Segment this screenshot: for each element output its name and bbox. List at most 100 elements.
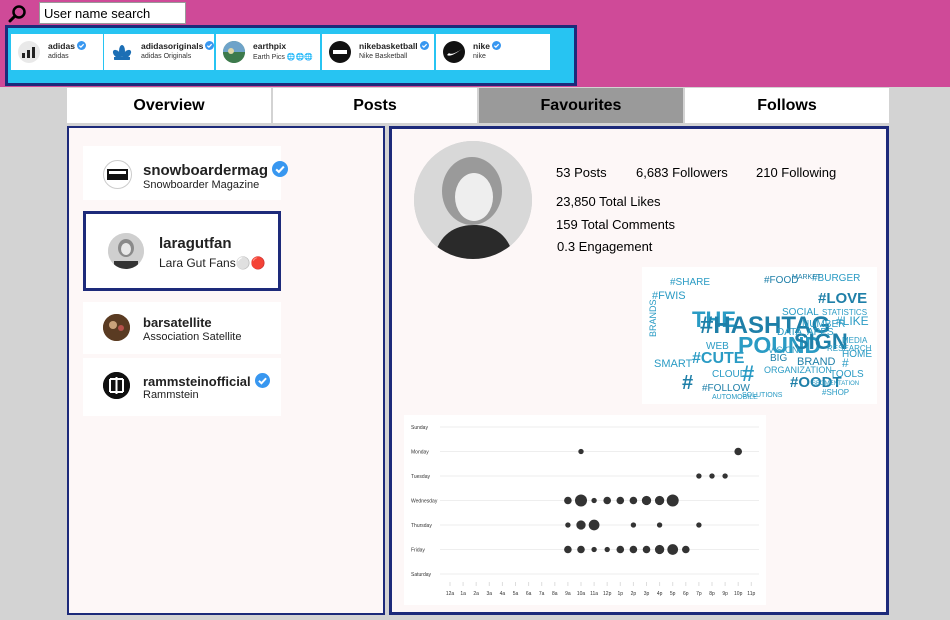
username: laragutfan bbox=[159, 235, 232, 252]
username: rammsteinofficial bbox=[143, 373, 270, 389]
tab-follows[interactable]: Follows bbox=[685, 88, 889, 123]
x-tick-label: 12p bbox=[603, 591, 612, 597]
punchcard-dot bbox=[656, 522, 663, 528]
avatar bbox=[223, 41, 245, 63]
full-name: Rammstein bbox=[143, 389, 199, 401]
list-item-snowboardermag[interactable]: snowboardermag Snowboarder Magazine bbox=[83, 146, 289, 200]
x-tick-label: 4a bbox=[500, 591, 506, 597]
punchcard-dot bbox=[616, 496, 625, 505]
x-tick-label: 9p bbox=[722, 591, 728, 597]
account-card-adidasoriginals[interactable]: adidasoriginals adidas Originals bbox=[104, 34, 215, 70]
punchcard-dot bbox=[666, 494, 679, 507]
tab-favourites[interactable]: Favourites bbox=[479, 88, 683, 123]
punchcard-dot bbox=[696, 473, 702, 479]
search-icon[interactable] bbox=[8, 4, 28, 24]
wordcloud-word: NUMBER bbox=[802, 319, 845, 330]
wordcloud-word: RESEARCH bbox=[827, 344, 872, 353]
total-likes: 23,850 Total Likes bbox=[556, 194, 661, 209]
wordcloud-word: DATA bbox=[777, 327, 803, 338]
x-tick-label: 5a bbox=[513, 591, 519, 597]
y-tick-label: Sunday bbox=[411, 425, 428, 431]
posts-count: 53 Posts bbox=[556, 165, 607, 180]
punchcard-dot bbox=[709, 473, 715, 479]
wordcloud-word: BRANDS bbox=[648, 299, 658, 337]
y-tick-label: Saturday bbox=[411, 572, 432, 578]
punchcard-dot bbox=[616, 545, 625, 554]
account-strip: adidas adidas adidasoriginals adidas Ori… bbox=[5, 25, 577, 86]
x-tick-label: 8a bbox=[552, 591, 558, 597]
wordcloud-word: WEB bbox=[706, 341, 729, 352]
punchcard-dot bbox=[575, 494, 587, 507]
x-tick-label: 11p bbox=[747, 591, 755, 597]
x-tick-label: 10a bbox=[577, 591, 586, 597]
x-tick-label: 3a bbox=[487, 591, 493, 597]
avatar bbox=[111, 41, 133, 63]
bar-photo-icon bbox=[103, 314, 130, 341]
account-subtitle: adidas Originals bbox=[141, 53, 192, 60]
account-card-nikebasketball[interactable]: nikebasketball Nike Basketball bbox=[322, 34, 434, 70]
username: snowboardermag bbox=[143, 161, 289, 179]
account-subtitle: adidas bbox=[48, 53, 69, 60]
posting-punchcard-chart: Sunday Monday Tuesday Wednesday Thursday Frid… bbox=[404, 415, 766, 605]
wordcloud-word: MARKET bbox=[792, 274, 822, 281]
account-card-earthpix[interactable]: earthpix Earth Pics 🌐🌐🌐 bbox=[216, 34, 320, 70]
avatar bbox=[108, 233, 144, 269]
punchcard-dot bbox=[682, 545, 690, 554]
wordcloud-word: SOCIAL bbox=[782, 307, 819, 318]
x-tick-label: 12a bbox=[446, 591, 455, 597]
punchcard-dot bbox=[565, 522, 571, 528]
account-name: adidasoriginals bbox=[141, 41, 215, 51]
punchcard-dot bbox=[667, 544, 679, 555]
y-tick-label: Monday bbox=[411, 450, 429, 456]
earth-photo-icon bbox=[223, 41, 245, 63]
list-item-rammsteinofficial[interactable]: rammsteinofficial Rammstein bbox=[83, 358, 281, 416]
x-tick-label: 3p bbox=[644, 591, 650, 597]
punchcard-dot bbox=[577, 545, 585, 554]
wordcloud-word: TOOLS bbox=[830, 369, 864, 380]
x-tick-label: 7a bbox=[539, 591, 545, 597]
tab-posts[interactable]: Posts bbox=[273, 88, 477, 123]
y-tick-label: Wednesday bbox=[411, 499, 438, 505]
wordcloud-word: #SHOP bbox=[822, 388, 849, 397]
account-card-adidas[interactable]: adidas adidas bbox=[11, 34, 103, 70]
y-tick-label: Friday bbox=[411, 548, 425, 554]
favourites-list: snowboardermag Snowboarder Magazine lara… bbox=[67, 126, 385, 615]
account-subtitle: nike bbox=[473, 53, 486, 60]
account-name: nikebasketball bbox=[359, 41, 429, 51]
account-subtitle: Nike Basketball bbox=[359, 53, 408, 60]
account-name: nike bbox=[473, 41, 502, 51]
hashtag-wordcloud: #SHARE #FOOD #BURGER #FWIS #LOVE THE #HASHTAG #… bbox=[642, 267, 877, 404]
wordcloud-word: CLOUD bbox=[712, 369, 747, 380]
y-tick-label: Thursday bbox=[411, 523, 432, 529]
username: barsatellite bbox=[143, 315, 212, 330]
list-item-laragutfan[interactable]: laragutfan Lara Gut Fans⚪🔴 bbox=[83, 211, 281, 291]
avatar bbox=[18, 41, 40, 63]
punchcard-dot bbox=[654, 495, 665, 506]
x-tick-label: 1a bbox=[460, 591, 466, 597]
tab-overview[interactable]: Overview bbox=[67, 88, 271, 123]
wordcloud-word: SMART bbox=[654, 358, 693, 370]
verified-icon bbox=[76, 41, 86, 50]
verified-icon bbox=[492, 41, 502, 50]
adidas-logo-icon bbox=[22, 47, 35, 58]
search-input[interactable] bbox=[39, 2, 186, 24]
nike-swoosh-icon bbox=[447, 49, 462, 56]
x-tick-label: 4p bbox=[657, 591, 663, 597]
verified-icon bbox=[272, 161, 289, 177]
punchcard-dot bbox=[630, 522, 637, 528]
x-tick-label: 5p bbox=[670, 591, 676, 597]
search-bar bbox=[6, 2, 186, 24]
punchcard-dot bbox=[696, 522, 702, 528]
avatar bbox=[329, 41, 351, 63]
avatar bbox=[103, 160, 132, 189]
verified-icon bbox=[205, 41, 215, 50]
punchcard-canvas: Sunday Monday Tuesday Wednesday Thursday Frid… bbox=[411, 425, 759, 597]
profile-detail-panel: 53 Posts 6,683 Followers 210 Following 2… bbox=[389, 126, 889, 615]
x-tick-label: 6a bbox=[526, 591, 532, 597]
punchcard-dot bbox=[641, 495, 652, 506]
punchcard-dot bbox=[604, 546, 610, 553]
punchcard-dot bbox=[576, 520, 586, 530]
account-card-nike[interactable]: nike nike bbox=[436, 34, 550, 70]
wordcloud-word: # bbox=[682, 372, 693, 394]
list-item-barsatellite[interactable]: barsatellite Association Satellite bbox=[83, 302, 281, 354]
